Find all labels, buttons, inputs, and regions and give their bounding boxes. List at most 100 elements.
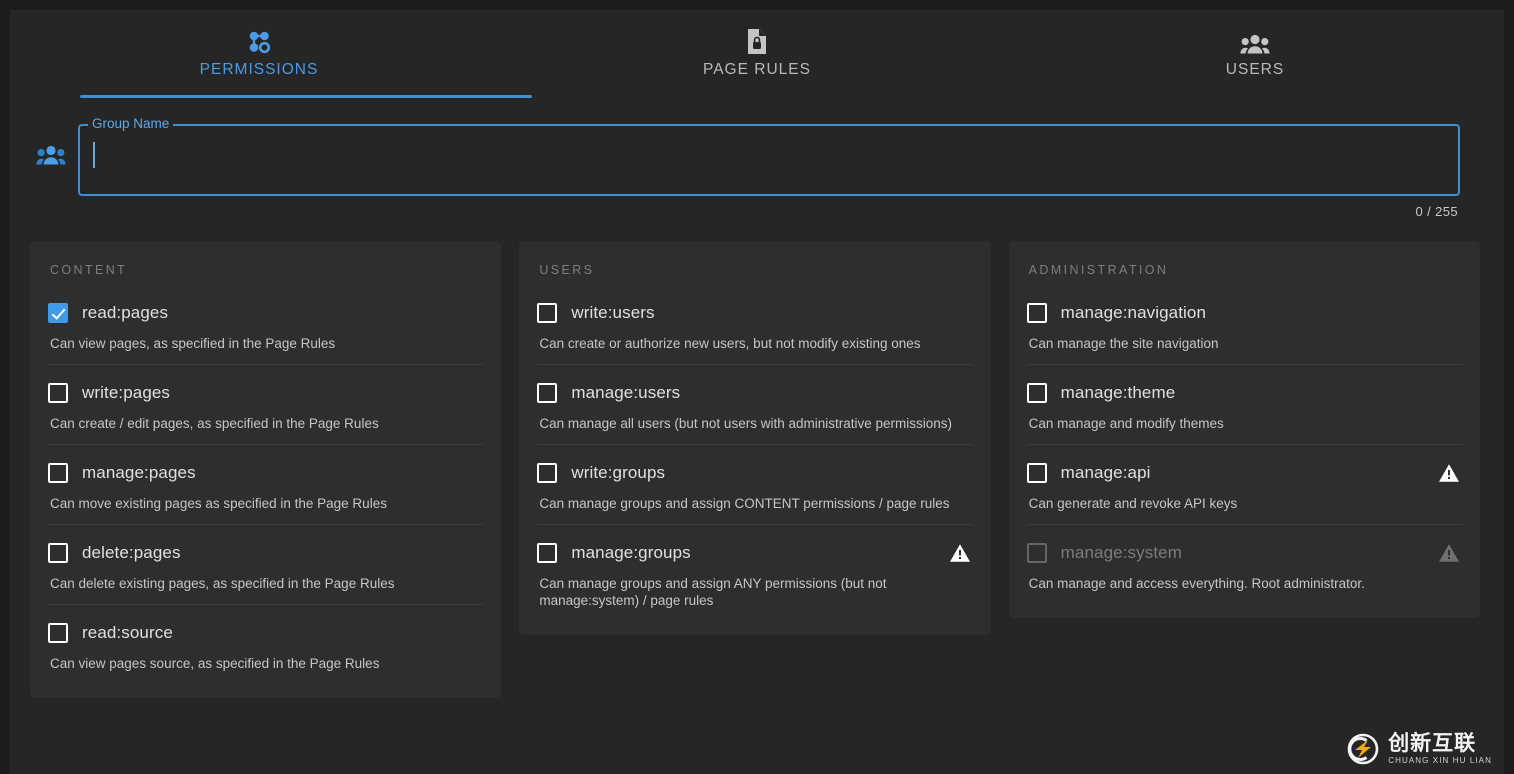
permission-header: read:pages — [48, 303, 483, 323]
permission-card-content: CONTENT read:pages Can view pages, as spec… — [30, 241, 501, 698]
permission-name: manage:theme — [1061, 383, 1176, 403]
permission-row: manage:theme Can manage and modify themes — [1027, 364, 1462, 444]
warning-triangle-icon — [1438, 463, 1460, 483]
permission-header: manage:groups — [537, 543, 972, 563]
tab-label: USERS — [1226, 61, 1284, 79]
checkbox-read-pages[interactable] — [48, 303, 68, 323]
permission-row: manage:system Can manage and access every… — [1027, 524, 1462, 604]
permission-row: manage:api Can generate and revoke API ke… — [1027, 444, 1462, 524]
permission-columns: CONTENT read:pages Can view pages, as spec… — [10, 219, 1504, 698]
warning-triangle-icon — [1438, 463, 1460, 483]
checkbox-manage-pages[interactable] — [48, 463, 68, 483]
permission-header: manage:theme — [1027, 383, 1462, 403]
permission-description: Can delete existing pages, as specified … — [50, 575, 480, 592]
checkbox-delete-pages[interactable] — [48, 543, 68, 563]
permission-row: manage:pages Can move existing pages as s… — [48, 444, 483, 524]
permission-description: Can manage groups and assign CONTENT per… — [539, 495, 969, 512]
warning-triangle-icon — [1438, 543, 1460, 563]
permission-name: manage:groups — [571, 543, 690, 563]
permission-name: read:pages — [82, 303, 168, 323]
permission-name: manage:api — [1061, 463, 1151, 483]
tab-label: PERMISSIONS — [200, 61, 319, 79]
permission-name: read:source — [82, 623, 173, 643]
checkbox-write-pages[interactable] — [48, 383, 68, 403]
card-title: USERS — [539, 263, 972, 277]
permission-header: manage:users — [537, 383, 972, 403]
group-name-field-row: Group Name — [10, 98, 1504, 196]
permission-description: Can manage all users (but not users with… — [539, 415, 969, 432]
warning-triangle-icon — [949, 543, 971, 563]
checkbox-manage-theme[interactable] — [1027, 383, 1047, 403]
app-window: PERMISSIONS PAGE RULES USERS Group Name 0 … — [10, 10, 1504, 774]
permission-name: write:groups — [571, 463, 665, 483]
permission-row: read:pages Can view pages, as specified i… — [48, 303, 483, 364]
scatter-plot-icon — [246, 29, 272, 55]
permission-name: manage:navigation — [1061, 303, 1206, 323]
permission-description: Can generate and revoke API keys — [1029, 495, 1459, 512]
watermark: 创新互联 CHUANG XIN HU LIAN — [1346, 732, 1492, 766]
permission-row: read:source Can view pages source, as spe… — [48, 604, 483, 684]
permission-row: write:pages Can create / edit pages, as s… — [48, 364, 483, 444]
tab-bar: PERMISSIONS PAGE RULES USERS — [10, 10, 1504, 98]
permission-card-administration: ADMINISTRATION manage:navigation Can manag… — [1009, 241, 1480, 618]
permission-name: manage:users — [571, 383, 680, 403]
checkbox-manage-system — [1027, 543, 1047, 563]
permission-card-users: USERS write:users Can create or authorize … — [519, 241, 990, 635]
cx-logo-icon — [1346, 732, 1380, 766]
group-people-icon — [34, 144, 68, 166]
permission-description: Can create / edit pages, as specified in… — [50, 415, 480, 432]
permission-name: manage:system — [1061, 543, 1182, 563]
tab-page-rules[interactable]: PAGE RULES — [508, 10, 1006, 98]
permission-header: delete:pages — [48, 543, 483, 563]
checkbox-write-users[interactable] — [537, 303, 557, 323]
permission-name: manage:pages — [82, 463, 196, 483]
group-name-textfield[interactable]: Group Name — [78, 124, 1460, 196]
permission-header: manage:api — [1027, 463, 1462, 483]
card-title: CONTENT — [50, 263, 483, 277]
permission-name: write:users — [571, 303, 654, 323]
checkbox-read-source[interactable] — [48, 623, 68, 643]
permission-row: delete:pages Can delete existing pages, a… — [48, 524, 483, 604]
permission-header: write:pages — [48, 383, 483, 403]
permission-description: Can manage groups and assign ANY permiss… — [539, 575, 969, 609]
permission-header: write:groups — [537, 463, 972, 483]
checkbox-manage-api[interactable] — [1027, 463, 1047, 483]
tab-permissions[interactable]: PERMISSIONS — [10, 10, 508, 98]
permission-description: Can manage and access everything. Root a… — [1029, 575, 1459, 592]
card-title: ADMINISTRATION — [1029, 263, 1462, 277]
group-name-input[interactable] — [92, 140, 1446, 170]
permission-row: manage:groups Can manage groups and assig… — [537, 524, 972, 621]
permission-name: delete:pages — [82, 543, 181, 563]
tab-users[interactable]: USERS — [1006, 10, 1504, 98]
permission-row: write:groups Can manage groups and assign… — [537, 444, 972, 524]
tab-label: PAGE RULES — [703, 61, 811, 79]
permission-description: Can view pages, as specified in the Page… — [50, 335, 480, 352]
checkbox-manage-navigation[interactable] — [1027, 303, 1047, 323]
permission-description: Can manage and modify themes — [1029, 415, 1459, 432]
permission-header: manage:navigation — [1027, 303, 1462, 323]
permission-description: Can manage the site navigation — [1029, 335, 1459, 352]
group-name-label: Group Name — [88, 115, 173, 133]
permission-row: manage:users Can manage all users (but no… — [537, 364, 972, 444]
checkbox-manage-groups[interactable] — [537, 543, 557, 563]
permission-header: manage:system — [1027, 543, 1462, 563]
warning-triangle-icon — [949, 543, 971, 563]
permission-header: write:users — [537, 303, 972, 323]
checkbox-write-groups[interactable] — [537, 463, 557, 483]
permission-row: manage:navigation Can manage the site nav… — [1027, 303, 1462, 364]
permission-row: write:users Can create or authorize new u… — [537, 303, 972, 364]
permission-description: Can create or authorize new users, but n… — [539, 335, 969, 352]
checkbox-manage-users[interactable] — [537, 383, 557, 403]
warning-triangle-icon — [1438, 543, 1460, 563]
watermark-cn-text: 创新互联 — [1388, 733, 1492, 754]
permission-description: Can view pages source, as specified in t… — [50, 655, 480, 672]
permission-header: manage:pages — [48, 463, 483, 483]
watermark-en-text: CHUANG XIN HU LIAN — [1388, 757, 1492, 765]
permission-header: read:source — [48, 623, 483, 643]
active-tab-underline — [80, 95, 532, 98]
file-lock-icon — [745, 29, 769, 55]
character-counter: 0 / 255 — [10, 196, 1504, 219]
permission-name: write:pages — [82, 383, 170, 403]
permission-description: Can move existing pages as specified in … — [50, 495, 480, 512]
group-people-icon — [1240, 29, 1270, 55]
